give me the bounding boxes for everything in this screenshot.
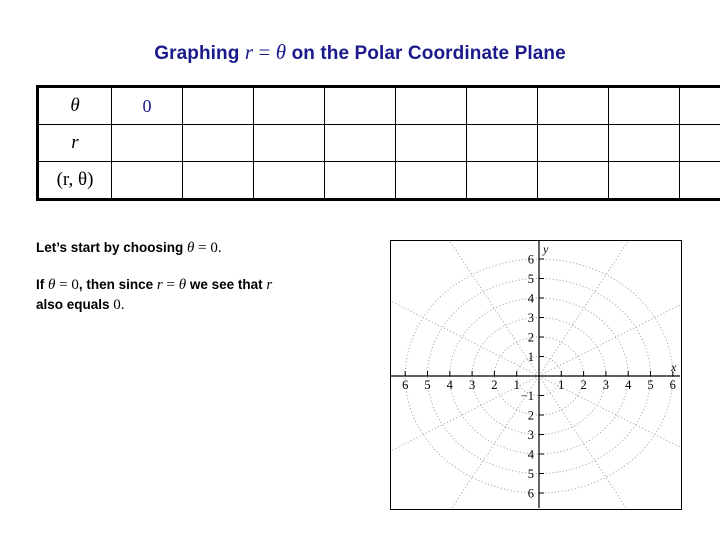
cell-r-4[interactable] (324, 124, 396, 162)
cell-pair-3[interactable] (253, 161, 325, 200)
polar-spoke-120 (449, 241, 540, 377)
row-header-coordinate-pair: (r, θ) (37, 161, 112, 200)
y-tick-label-neg-1: −1 (521, 389, 534, 403)
title-prefix: Graphing (154, 43, 245, 64)
title-variable-r: r (244, 40, 254, 64)
explanation-text: Let’s start by choosing θ = 0. If θ = 0,… (36, 238, 366, 332)
cell-r-1[interactable] (111, 124, 183, 162)
y-tick-label-pos-5: 5 (528, 272, 534, 286)
p2-equals-1: = (55, 277, 72, 293)
p1-text-a: Let’s start by choosing (36, 240, 188, 255)
p2-text-d: also equals (36, 297, 114, 312)
cell-theta-9[interactable] (679, 86, 720, 125)
row-header-r: r (37, 124, 112, 162)
polar-coordinate-plane: 1 2 3 4 5 6 6 5 4 3 2 1 1 2 3 4 5 6 −1 2 3 4 5 6 y x (390, 240, 682, 510)
explanation-paragraph-1: Let’s start by choosing θ = 0. (36, 238, 366, 258)
y-axis-label: y (542, 242, 549, 256)
cell-pair-1[interactable] (111, 161, 183, 200)
y-tick-label-pos-2: 2 (528, 331, 534, 345)
x-tick-label-pos-4: 4 (625, 378, 632, 392)
cell-theta-5[interactable] (395, 86, 467, 125)
cell-r-8[interactable] (608, 124, 680, 162)
polar-grid-svg: 1 2 3 4 5 66 5 4 3 2 1123456−123456yx (391, 241, 680, 508)
y-tick-label-neg-5: 5 (528, 467, 534, 481)
cell-pair-4[interactable] (324, 161, 396, 200)
p2-zero-1: 0 (71, 277, 79, 293)
row-header-coordinate-pair-label: (r, θ) (56, 169, 94, 190)
cell-theta-7[interactable] (537, 86, 609, 125)
polar-spoke-300 (538, 375, 627, 508)
y-tick-label-neg-3: 3 (528, 428, 534, 442)
x-tick-label-pos-5: 5 (647, 378, 653, 392)
x-tick-label-neg-4: 4 (447, 378, 454, 392)
y-tick-label-neg-2: 2 (528, 409, 534, 423)
polar-spoke-30 (538, 304, 680, 377)
row-header-theta: θ (37, 86, 112, 125)
cell-pair-6[interactable] (466, 161, 538, 200)
x-axis-label: x (670, 360, 677, 374)
polar-spoke-60 (538, 241, 629, 377)
y-tick-label-pos-6: 6 (528, 253, 534, 267)
cell-r-5[interactable] (395, 124, 467, 162)
cell-pair-8[interactable] (608, 161, 680, 200)
p1-period: . (217, 240, 222, 256)
p2-text-a: If (36, 277, 48, 292)
y-tick-label-pos-4: 4 (528, 292, 535, 306)
p2-equals-2: = (162, 277, 179, 293)
p2-r-2: r (266, 277, 273, 293)
table-row: (r, θ) (37, 161, 720, 200)
cell-r-9[interactable] (679, 124, 720, 162)
cell-pair-2[interactable] (182, 161, 254, 200)
x-tick-label-neg-5: 5 (424, 378, 430, 392)
cell-theta-1[interactable]: 0 (111, 86, 183, 125)
cell-pair-5[interactable] (395, 161, 467, 200)
title-equals: = (253, 40, 276, 64)
x-tick-label-neg-2: 2 (491, 378, 497, 392)
cell-r-2[interactable] (182, 124, 254, 162)
p1-equals: = (194, 240, 211, 256)
cell-theta-1-value: 0 (142, 95, 152, 116)
y-tick-label-pos-1: 1 (528, 350, 534, 364)
cell-r-3[interactable] (253, 124, 325, 162)
p2-theta-2: θ (178, 277, 187, 293)
table-row: r (37, 124, 720, 162)
cell-theta-6[interactable] (466, 86, 538, 125)
cell-theta-2[interactable] (182, 86, 254, 125)
title-suffix: on the Polar Coordinate Plane (286, 43, 566, 64)
y-tick-label-neg-4: 4 (528, 448, 535, 462)
x-tick-label-pos-2: 2 (580, 378, 586, 392)
explanation-paragraph-2: If θ = 0, then since r = θ we see that r… (36, 275, 366, 315)
x-tick-label-neg-3: 3 (469, 378, 475, 392)
p2-text-b: , then since (78, 277, 157, 292)
row-header-theta-label: θ (70, 95, 80, 116)
cell-theta-8[interactable] (608, 86, 680, 125)
page-title: Graphing r = θ on the Polar Coordinate P… (0, 40, 720, 65)
y-tick-label-pos-3: 3 (528, 311, 534, 325)
polar-values-table: θ 0 r (r, θ) (36, 85, 720, 201)
p2-text-c: we see that (186, 277, 267, 292)
row-header-r-label: r (71, 132, 79, 153)
cell-theta-4[interactable] (324, 86, 396, 125)
x-tick-label-pos-3: 3 (603, 378, 609, 392)
p2-period: . (120, 297, 125, 313)
polar-spoke-150 (391, 300, 540, 377)
x-tick-label-pos-6: 6 (670, 378, 676, 392)
p2-zero-2: 0 (113, 297, 121, 313)
p1-zero: 0 (210, 240, 218, 256)
title-variable-theta: θ (275, 40, 287, 64)
x-tick-label-neg-6: 6 (402, 378, 408, 392)
cell-r-6[interactable] (466, 124, 538, 162)
table-row: θ 0 (37, 86, 720, 125)
cell-r-7[interactable] (537, 124, 609, 162)
cell-theta-3[interactable] (253, 86, 325, 125)
y-tick-label-neg-6: 6 (528, 487, 534, 501)
cell-pair-7[interactable] (537, 161, 609, 200)
x-tick-label-pos-1: 1 (558, 378, 564, 392)
cell-pair-9[interactable] (679, 161, 720, 200)
x-tick-label-neg-1: 1 (514, 378, 520, 392)
